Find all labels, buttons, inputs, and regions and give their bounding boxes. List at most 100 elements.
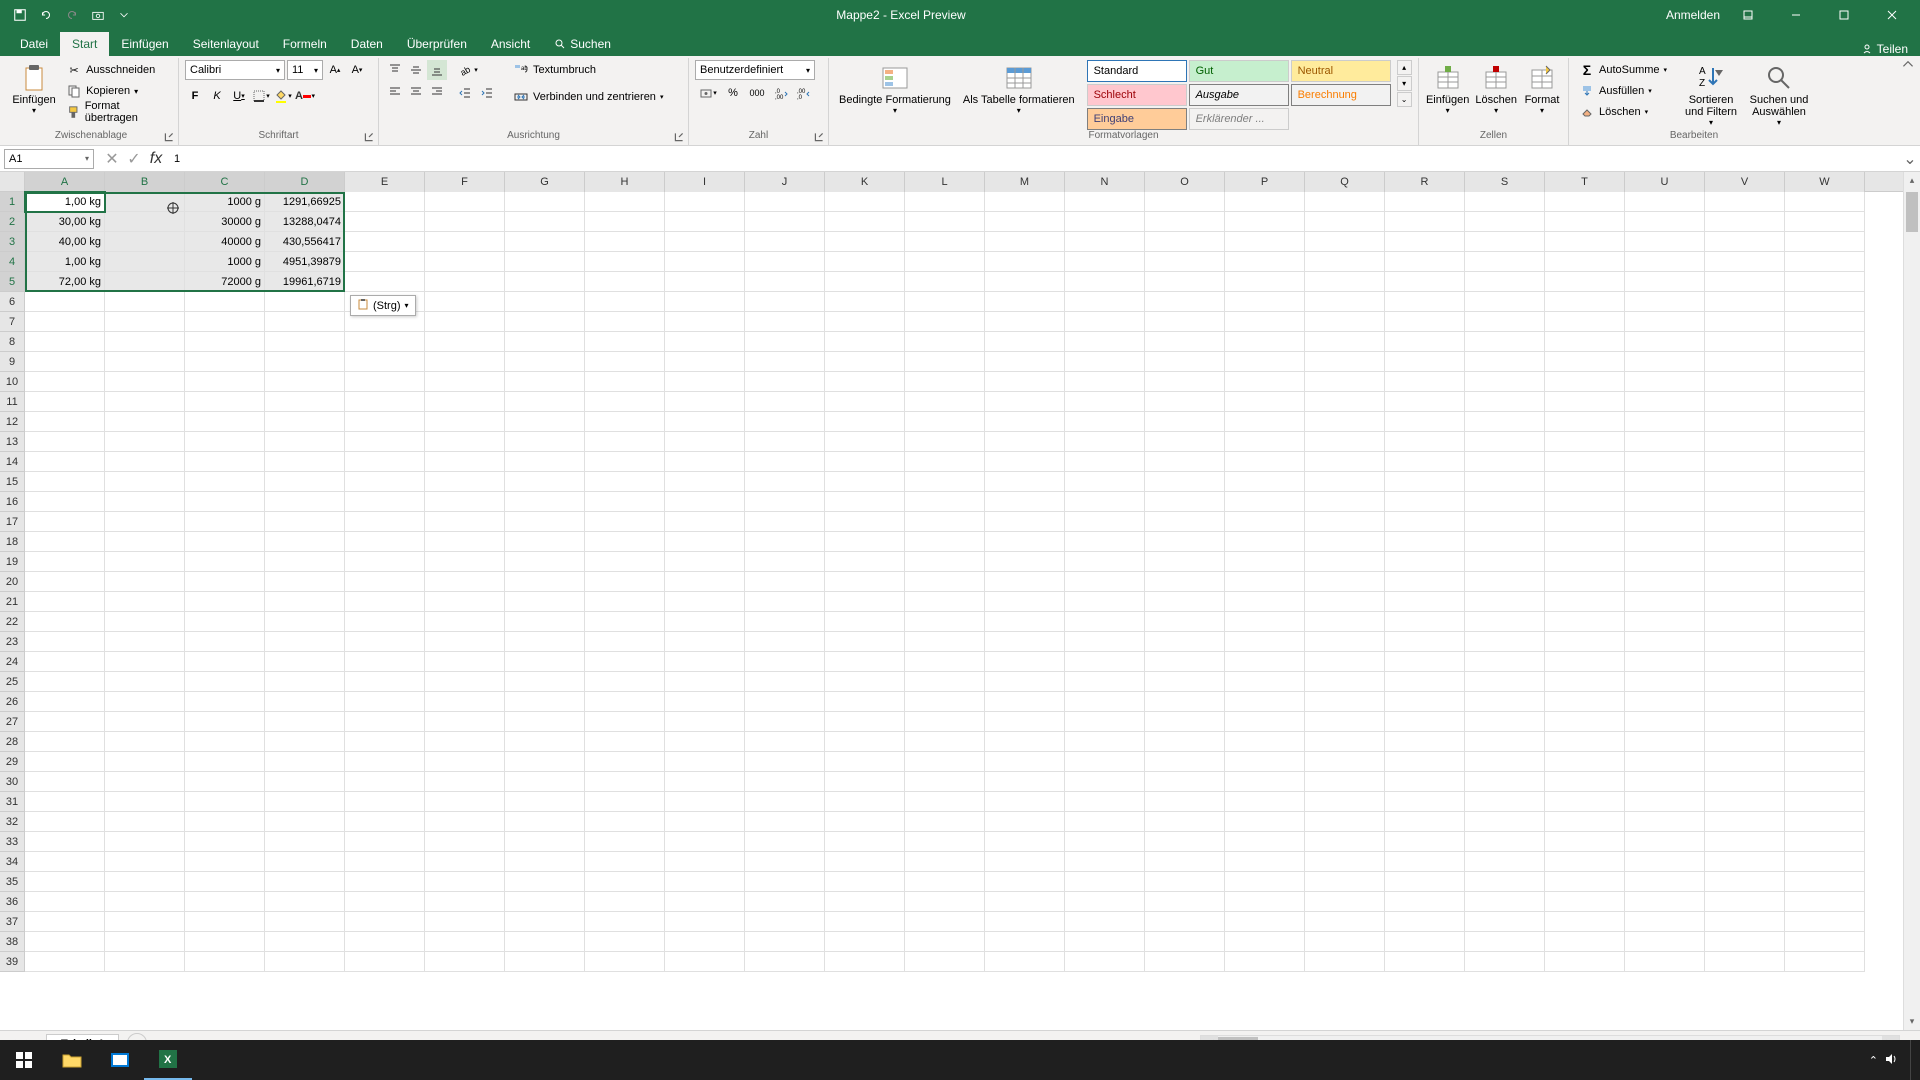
cell[interactable] xyxy=(665,632,745,652)
cell[interactable] xyxy=(1385,632,1465,652)
decrease-decimal[interactable]: ,00,0 xyxy=(793,83,813,103)
row-header[interactable]: 28 xyxy=(0,732,25,752)
row-header[interactable]: 26 xyxy=(0,692,25,712)
cell[interactable] xyxy=(825,832,905,852)
cell[interactable] xyxy=(1145,612,1225,632)
cell[interactable] xyxy=(1465,212,1545,232)
cell[interactable] xyxy=(425,272,505,292)
cell[interactable] xyxy=(745,912,825,932)
cell[interactable] xyxy=(1225,232,1305,252)
cell[interactable] xyxy=(1305,532,1385,552)
cell[interactable] xyxy=(1305,732,1385,752)
cell[interactable] xyxy=(425,392,505,412)
cell[interactable] xyxy=(905,752,985,772)
cell[interactable] xyxy=(585,192,665,212)
cell[interactable] xyxy=(585,372,665,392)
cell[interactable] xyxy=(1785,372,1865,392)
cell[interactable] xyxy=(1385,932,1465,952)
cell[interactable] xyxy=(425,792,505,812)
cell[interactable] xyxy=(1465,372,1545,392)
cell[interactable] xyxy=(585,672,665,692)
cell[interactable] xyxy=(1145,952,1225,972)
cell[interactable] xyxy=(1785,452,1865,472)
cell[interactable] xyxy=(825,532,905,552)
cell[interactable] xyxy=(1705,952,1785,972)
cell[interactable] xyxy=(1305,252,1385,272)
cell[interactable] xyxy=(1145,672,1225,692)
cell[interactable] xyxy=(1545,352,1625,372)
cell[interactable] xyxy=(505,872,585,892)
cell[interactable] xyxy=(1385,372,1465,392)
cell[interactable] xyxy=(665,372,745,392)
cell[interactable] xyxy=(345,932,425,952)
cell[interactable] xyxy=(265,372,345,392)
cell[interactable] xyxy=(1465,492,1545,512)
col-header[interactable]: E xyxy=(345,172,425,192)
cell[interactable] xyxy=(1625,632,1705,652)
cell[interactable] xyxy=(425,712,505,732)
font-size-select[interactable]: 11▾ xyxy=(287,60,323,80)
row-header[interactable]: 38 xyxy=(0,932,25,952)
cell[interactable] xyxy=(665,712,745,732)
cell[interactable] xyxy=(1545,432,1625,452)
style-scroll-up[interactable]: ▴ xyxy=(1397,60,1412,75)
cell[interactable] xyxy=(585,892,665,912)
cell[interactable] xyxy=(1385,292,1465,312)
cell[interactable] xyxy=(1305,952,1385,972)
cell[interactable] xyxy=(1625,672,1705,692)
expand-formula-bar[interactable]: ⌄ xyxy=(1900,149,1920,169)
cell[interactable] xyxy=(585,212,665,232)
cell[interactable] xyxy=(1545,492,1625,512)
cell[interactable] xyxy=(105,572,185,592)
cell[interactable] xyxy=(745,512,825,532)
cell[interactable] xyxy=(345,652,425,672)
cell[interactable] xyxy=(585,872,665,892)
cell[interactable] xyxy=(985,612,1065,632)
cell[interactable] xyxy=(425,212,505,232)
cell[interactable] xyxy=(1305,712,1385,732)
cell[interactable] xyxy=(1225,692,1305,712)
row-header[interactable]: 19 xyxy=(0,552,25,572)
cell[interactable] xyxy=(905,272,985,292)
cell[interactable] xyxy=(665,452,745,472)
cell[interactable] xyxy=(25,612,105,632)
cell[interactable] xyxy=(1545,592,1625,612)
cell[interactable] xyxy=(665,932,745,952)
cell[interactable] xyxy=(265,852,345,872)
style-eingabe[interactable]: Eingabe xyxy=(1087,108,1187,130)
cell[interactable] xyxy=(985,492,1065,512)
cell[interactable] xyxy=(425,532,505,552)
cell[interactable] xyxy=(745,732,825,752)
cell[interactable] xyxy=(25,432,105,452)
cell[interactable] xyxy=(1145,492,1225,512)
increase-indent[interactable] xyxy=(477,83,497,103)
cell[interactable] xyxy=(905,432,985,452)
cell[interactable] xyxy=(1385,252,1465,272)
cell[interactable] xyxy=(665,772,745,792)
cell[interactable] xyxy=(1785,692,1865,712)
cell[interactable] xyxy=(585,552,665,572)
cell[interactable] xyxy=(505,372,585,392)
col-header[interactable]: V xyxy=(1705,172,1785,192)
cell[interactable] xyxy=(1065,872,1145,892)
cell[interactable] xyxy=(665,272,745,292)
cell[interactable] xyxy=(905,392,985,412)
cell[interactable] xyxy=(425,512,505,532)
cell[interactable] xyxy=(425,352,505,372)
row-header[interactable]: 14 xyxy=(0,452,25,472)
cell[interactable] xyxy=(825,852,905,872)
cell[interactable] xyxy=(105,712,185,732)
cell[interactable] xyxy=(825,192,905,212)
cell[interactable] xyxy=(1065,652,1145,672)
cell[interactable] xyxy=(905,772,985,792)
cell[interactable] xyxy=(905,892,985,912)
cell[interactable] xyxy=(1545,372,1625,392)
cell[interactable] xyxy=(1065,472,1145,492)
cell[interactable] xyxy=(1465,312,1545,332)
increase-decimal[interactable]: ,0,00 xyxy=(771,83,791,103)
row-header[interactable]: 12 xyxy=(0,412,25,432)
cell[interactable] xyxy=(1145,372,1225,392)
cell[interactable] xyxy=(1545,732,1625,752)
cell[interactable] xyxy=(825,512,905,532)
cell[interactable] xyxy=(265,952,345,972)
